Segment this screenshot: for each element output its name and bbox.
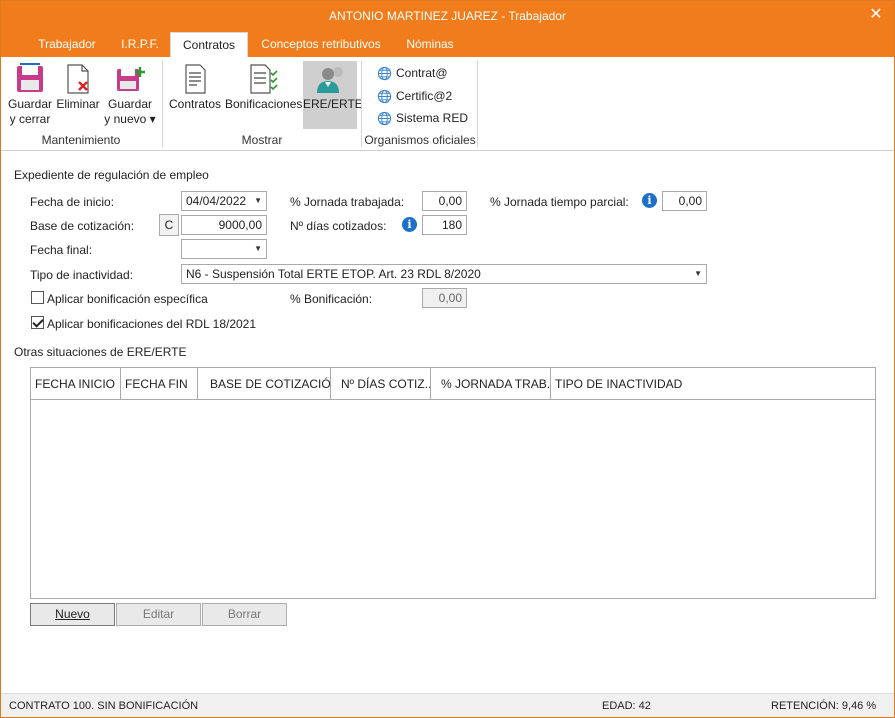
fecha-final-date-picker[interactable]: ▼ bbox=[181, 239, 267, 259]
tipo-inactividad-value: N6 - Suspensión Total ERTE ETOP. Art. 23… bbox=[186, 267, 481, 281]
bonus-checklist-icon bbox=[250, 64, 278, 94]
jornada-trabajada-label: % Jornada trabajada: bbox=[290, 195, 405, 209]
editar-label: Editar bbox=[142, 607, 175, 621]
jornada-trabajada-input[interactable]: 0,00 bbox=[422, 191, 467, 211]
base-cotizacion-label: Base de cotización: bbox=[30, 219, 135, 233]
jornada-parcial-label: % Jornada tiempo parcial: bbox=[490, 195, 629, 209]
column-header-tipo-inactividad[interactable]: TIPO DE INACTIVIDAD bbox=[551, 368, 875, 400]
status-contrato: CONTRATO 100. SIN BONIFICACIÓN bbox=[9, 700, 199, 712]
ere-erte-button[interactable]: ERE/ERTE bbox=[303, 61, 363, 129]
fecha-final-label: Fecha final: bbox=[30, 243, 93, 257]
editar-button[interactable]: Editar bbox=[116, 603, 201, 626]
guardar-nuevo-line1: Guardar bbox=[107, 97, 153, 111]
title-bar: ANTONIO MARTINEZ JUAREZ - Trabajador ✕ bbox=[1, 1, 894, 32]
certifica-label: Certific@2 bbox=[396, 89, 453, 103]
contratos-button[interactable]: Contratos bbox=[167, 63, 223, 112]
info-icon[interactable]: i bbox=[402, 217, 417, 232]
guardar-cerrar-button[interactable]: Guardar y cerrar bbox=[7, 63, 53, 127]
contrata-label: Contrat@ bbox=[396, 66, 448, 80]
group-label-organismos: Organismos oficiales bbox=[364, 133, 476, 147]
save-new-icon bbox=[117, 67, 145, 91]
globe-icon bbox=[377, 111, 392, 126]
contrata-button[interactable]: Contrat@ bbox=[377, 64, 473, 82]
tipo-inactividad-label: Tipo de inactividad: bbox=[30, 268, 133, 282]
nuevo-button[interactable]: Nuevo bbox=[30, 603, 115, 626]
bonif-rdl-label: Aplicar bonificaciones del RDL 18/2021 bbox=[47, 317, 257, 331]
close-icon[interactable]: ✕ bbox=[866, 5, 886, 25]
status-bar: CONTRATO 100. SIN BONIFICACIÓN EDAD: 42 … bbox=[1, 693, 894, 717]
nuevo-label: Nuevo bbox=[55, 607, 90, 621]
porc-bonificacion-input: 0,00 bbox=[422, 288, 467, 308]
group-label-mantenimiento: Mantenimiento bbox=[41, 133, 121, 147]
worker-window: ANTONIO MARTINEZ JUAREZ - Trabajador ✕ T… bbox=[0, 0, 895, 718]
certifica-button[interactable]: Certific@2 bbox=[377, 87, 473, 105]
ribbon-separator bbox=[477, 61, 478, 147]
sistema-red-button[interactable]: Sistema RED bbox=[377, 109, 473, 127]
tab-trabajador[interactable]: Trabajador bbox=[25, 32, 109, 57]
tab-nominas[interactable]: Nóminas bbox=[395, 32, 465, 57]
jornada-parcial-input[interactable]: 0,00 bbox=[662, 191, 707, 211]
sistema-red-label: Sistema RED bbox=[396, 111, 469, 125]
ribbon: Guardar y cerrar Eliminar Guardar y nuev… bbox=[1, 57, 894, 151]
delete-document-icon bbox=[67, 64, 89, 94]
column-header-base-cotizacion[interactable]: BASE DE COTIZACIÓN bbox=[198, 368, 331, 400]
ere-erte-grid[interactable]: FECHA INICIO FECHA FIN BASE DE COTIZACIÓ… bbox=[30, 367, 876, 599]
tab-conceptos-retributivos[interactable]: Conceptos retributivos bbox=[251, 32, 391, 57]
bonif-rdl-checkbox[interactable] bbox=[31, 316, 44, 329]
guardar-nuevo-button[interactable]: Guardar y nuevo ▾ bbox=[104, 63, 156, 127]
ere-erte-label: ERE/ERTE bbox=[303, 97, 363, 111]
group-label-mostrar: Mostrar bbox=[241, 133, 283, 147]
fecha-inicio-label: Fecha de inicio: bbox=[30, 195, 115, 209]
status-retencion: RETENCIÓN: 9,46 % bbox=[771, 700, 877, 712]
borrar-label: Borrar bbox=[227, 607, 262, 621]
section-title-expediente: Expediente de regulación de empleo bbox=[14, 168, 209, 182]
section-title-otras: Otras situaciones de ERE/ERTE bbox=[14, 345, 187, 359]
tab-contratos[interactable]: Contratos bbox=[170, 32, 248, 57]
bonificaciones-button[interactable]: Bonificaciones bbox=[225, 63, 303, 112]
contracts-document-icon bbox=[185, 64, 206, 94]
chevron-down-icon: ▼ bbox=[254, 196, 262, 205]
column-header-fecha-fin[interactable]: FECHA FIN bbox=[121, 368, 198, 400]
eliminar-label: Eliminar bbox=[56, 97, 100, 111]
bonif-especifica-checkbox[interactable] bbox=[31, 291, 44, 304]
save-close-icon bbox=[17, 63, 43, 92]
column-header-jornada-trabajada[interactable]: % JORNADA TRAB... bbox=[431, 368, 551, 400]
dias-cotizados-label: Nº días cotizados: bbox=[290, 219, 387, 233]
calculate-base-button[interactable]: C bbox=[159, 214, 179, 236]
dias-cotizados-input[interactable]: 180 bbox=[422, 215, 467, 235]
fecha-inicio-value: 04/04/2022 bbox=[186, 194, 247, 208]
guardar-nuevo-line2: y nuevo ▾ bbox=[104, 112, 156, 126]
column-header-dias-cotizados[interactable]: Nº DÍAS COTIZ... bbox=[331, 368, 431, 400]
grid-header: FECHA INICIO FECHA FIN BASE DE COTIZACIÓ… bbox=[31, 368, 875, 400]
tab-strip: Trabajador I.R.P.F. Contratos Conceptos … bbox=[1, 32, 894, 57]
ere-erte-panel: Expediente de regulación de empleo Fecha… bbox=[1, 152, 894, 692]
globe-icon bbox=[377, 89, 392, 104]
borrar-button[interactable]: Borrar bbox=[202, 603, 287, 626]
tab-irpf[interactable]: I.R.P.F. bbox=[111, 32, 169, 57]
window-title: ANTONIO MARTINEZ JUAREZ - Trabajador bbox=[329, 9, 566, 23]
guardar-cerrar-line1: Guardar bbox=[7, 97, 53, 111]
chevron-down-icon: ▼ bbox=[694, 269, 702, 278]
fecha-inicio-date-picker[interactable]: 04/04/2022 ▼ bbox=[181, 191, 267, 211]
base-cotizacion-input[interactable]: 9000,00 bbox=[181, 215, 267, 235]
info-icon[interactable]: i bbox=[642, 193, 657, 208]
status-edad: EDAD: 42 bbox=[602, 700, 651, 712]
bonificaciones-label: Bonificaciones bbox=[225, 97, 303, 111]
eliminar-button[interactable]: Eliminar bbox=[55, 63, 101, 112]
porc-bonificacion-label: % Bonificación: bbox=[290, 292, 373, 306]
tipo-inactividad-select[interactable]: N6 - Suspensión Total ERTE ETOP. Art. 23… bbox=[181, 264, 707, 284]
column-header-fecha-inicio[interactable]: FECHA INICIO bbox=[31, 368, 121, 400]
person-icon bbox=[317, 67, 343, 93]
chevron-down-icon: ▼ bbox=[254, 244, 262, 253]
contratos-label: Contratos bbox=[168, 97, 222, 111]
bonif-especifica-label: Aplicar bonificación específica bbox=[47, 292, 208, 306]
globe-icon bbox=[377, 66, 392, 81]
guardar-cerrar-line2: y cerrar bbox=[9, 112, 51, 126]
